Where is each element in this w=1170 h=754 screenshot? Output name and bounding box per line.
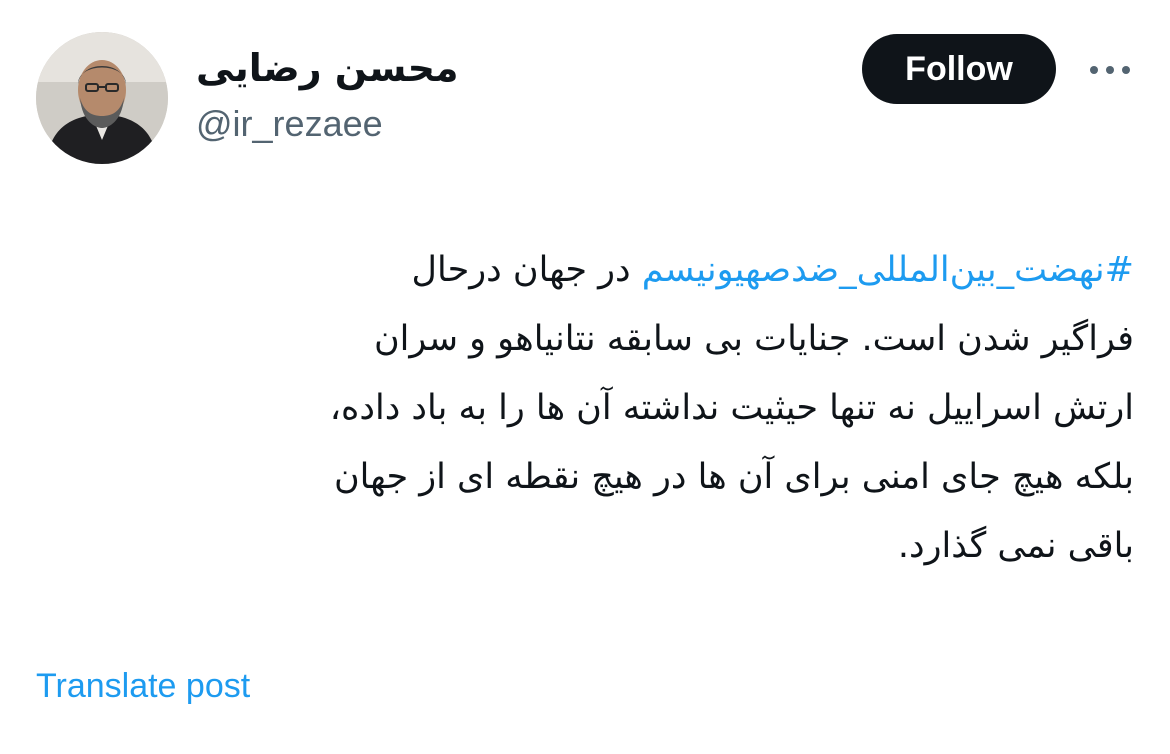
ellipsis-icon — [1090, 66, 1130, 74]
user-handle[interactable]: @ir_rezaee — [196, 100, 383, 148]
tweet-line-text: در جهان درحال — [411, 250, 642, 290]
more-options-button[interactable] — [1084, 52, 1136, 88]
tweet-line: بلکه هیچ جای امنی برای آن ها در هیچ نقطه… — [333, 457, 1134, 497]
tweet-line: #نهضت_بین‌المللی_ضدصهیونیسم در جهان درحا… — [60, 236, 1134, 305]
hashtag-link[interactable]: #نهضت_بین‌المللی_ضدصهیونیسم — [642, 250, 1134, 290]
display-name[interactable]: محسن رضایی — [196, 42, 459, 94]
translate-post-link[interactable]: Translate post — [36, 662, 250, 710]
profile-photo-icon — [36, 32, 168, 164]
avatar[interactable] — [36, 32, 168, 164]
tweet-line: ارتش اسراییل نه تنها حیثیت نداشته آن ها … — [329, 388, 1134, 428]
tweet-line: فراگیر شدن است. جنایات بی سابقه نتانیاهو… — [373, 319, 1134, 359]
follow-button[interactable]: Follow — [862, 34, 1056, 104]
tweet-line: باقی نمی گذارد. — [897, 526, 1134, 566]
tweet-text: #نهضت_بین‌المللی_ضدصهیونیسم در جهان درحا… — [60, 236, 1134, 581]
